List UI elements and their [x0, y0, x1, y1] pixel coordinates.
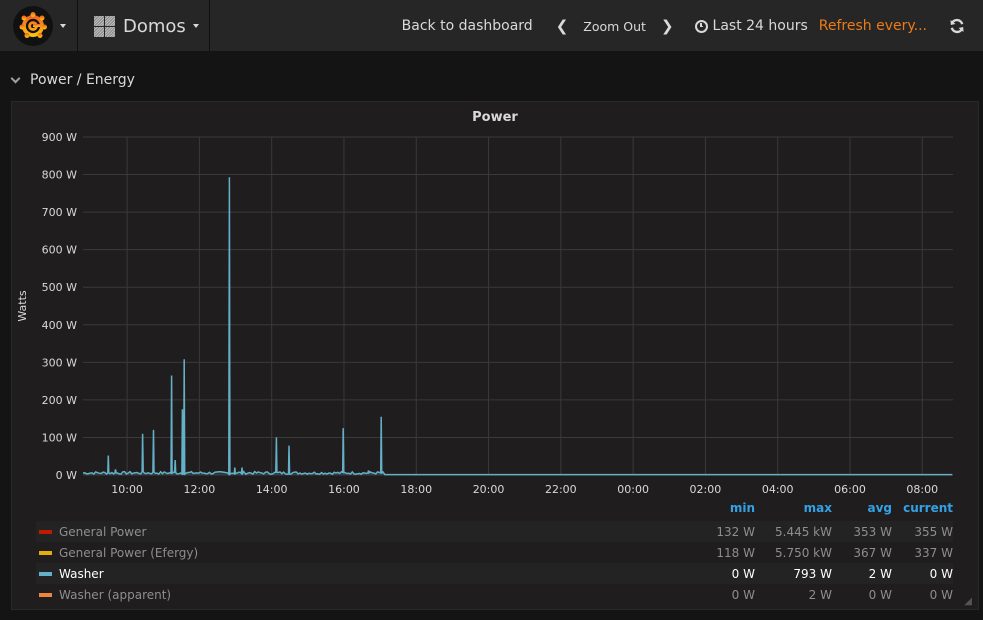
series-min-value: 118 W	[716, 545, 755, 560]
refresh-interval-picker[interactable]: Refresh every...	[819, 18, 927, 34]
row-title: Power / Energy	[30, 72, 135, 88]
legend-column-min[interactable]: min	[695, 501, 755, 521]
chevron-down-icon	[10, 73, 21, 83]
x-tick-label: 04:00	[762, 483, 794, 496]
series-max-value: 2 W	[808, 587, 832, 602]
series-name[interactable]: General Power (Efergy)	[59, 546, 695, 560]
legend-series-row[interactable]: Washer 0 W 793 W 2 W 0 W	[36, 563, 953, 584]
series-current-value: 337 W	[914, 545, 953, 560]
time-shift-forward-button[interactable]: ❯	[658, 17, 677, 35]
series-fill-washer	[83, 177, 953, 475]
zoom-out-button[interactable]: Zoom Out	[583, 19, 646, 34]
legend-header: min max avg current	[36, 501, 953, 521]
power-chart[interactable]: 0 W 100 W 200 W 300 W 400 W 500 W 600 W 700 W 80…	[12, 102, 978, 497]
series-avg-value: 367 W	[853, 545, 892, 560]
series-name[interactable]: Washer (apparent)	[59, 588, 695, 602]
refresh-icon	[950, 18, 964, 34]
series-name[interactable]: Washer	[59, 567, 695, 581]
series-avg-value: 2 W	[868, 566, 892, 581]
y-tick-label: 200 W	[42, 394, 77, 407]
x-tick-label: 14:00	[256, 483, 288, 496]
x-tick-label: 16:00	[328, 483, 360, 496]
refresh-button[interactable]	[949, 18, 965, 34]
y-tick-label: 700 W	[42, 206, 77, 219]
y-tick-label: 600 W	[42, 244, 77, 257]
legend-series-row[interactable]: General Power (Efergy) 118 W 5.750 kW 367 W…	[36, 542, 953, 563]
grafana-menu-button[interactable]	[0, 0, 78, 52]
time-range-picker[interactable]: Last 24 hours	[694, 18, 808, 34]
series-line-washer[interactable]	[82, 177, 953, 477]
caret-down-icon	[60, 24, 66, 28]
graph-legend: min max avg current General Power 132 W 5.445…	[36, 501, 953, 605]
series-max-value: 5.750 kW	[775, 545, 832, 560]
y-tick-label: 100 W	[42, 431, 77, 444]
x-tick-label: 08:00	[906, 483, 938, 496]
y-axis-label: Watts	[16, 290, 29, 322]
dashboard-grid-icon	[94, 15, 115, 37]
y-tick-label: 300 W	[42, 356, 77, 369]
top-navbar: Domos Back to dashboard ❮ Zoom Out ❯ Las…	[0, 0, 983, 52]
legend-column-current[interactable]: current	[892, 501, 953, 521]
series-color-swatch[interactable]	[39, 529, 52, 534]
caret-down-icon	[192, 24, 199, 28]
y-tick-label: 400 W	[42, 319, 77, 332]
x-tick-label: 22:00	[545, 483, 577, 496]
y-tick-label: 0 W	[56, 469, 77, 482]
series-current-value: 0 W	[929, 587, 953, 602]
x-tick-label: 10:00	[111, 483, 143, 496]
series-min-value: 0 W	[731, 566, 755, 581]
legend-series-row[interactable]: Washer (apparent) 0 W 2 W 0 W 0 W	[36, 584, 953, 605]
y-tick-label: 900 W	[42, 131, 77, 144]
power-graph-panel: Power 0 W 100 W 200 W 300 W 400 W 500 W 600 W7…	[11, 101, 979, 610]
y-tick-label: 500 W	[42, 281, 77, 294]
series-name[interactable]: General Power	[59, 525, 695, 539]
series-color-swatch[interactable]	[39, 592, 52, 597]
dashboard-picker-button[interactable]: Domos	[78, 0, 210, 52]
legend-series-row[interactable]: General Power 132 W 5.445 kW 353 W 355 W	[36, 521, 953, 542]
x-tick-label: 20:00	[473, 483, 505, 496]
series-max-value: 5.445 kW	[775, 524, 832, 539]
x-tick-label: 12:00	[184, 483, 216, 496]
navbar-actions: Back to dashboard ❮ Zoom Out ❯ Last 24 h…	[402, 0, 983, 52]
series-color-swatch[interactable]	[39, 550, 52, 555]
series-avg-value: 353 W	[853, 524, 892, 539]
series-current-value: 0 W	[929, 566, 953, 581]
x-tick-label: 18:00	[400, 483, 432, 496]
series-avg-value: 0 W	[868, 587, 892, 602]
panel-resize-handle[interactable]: ◢	[964, 596, 972, 607]
legend-column-max[interactable]: max	[755, 501, 832, 521]
x-tick-label: 06:00	[834, 483, 866, 496]
row-toggle-power-energy[interactable]: Power / Energy	[10, 72, 135, 88]
series-max-value: 793 W	[793, 566, 832, 581]
dashboard-title: Domos	[123, 15, 186, 37]
series-current-value: 355 W	[914, 524, 953, 539]
legend-column-avg[interactable]: avg	[832, 501, 892, 521]
x-tick-label: 02:00	[690, 483, 722, 496]
series-color-swatch[interactable]	[39, 571, 52, 576]
series-min-value: 132 W	[716, 524, 755, 539]
grafana-logo-icon	[13, 6, 53, 46]
time-shift-back-button[interactable]: ❮	[553, 17, 572, 35]
time-range-label: Last 24 hours	[712, 18, 808, 34]
series-min-value: 0 W	[731, 587, 755, 602]
back-to-dashboard-link[interactable]: Back to dashboard	[402, 18, 533, 34]
clock-icon	[694, 19, 708, 33]
x-tick-label: 00:00	[617, 483, 649, 496]
y-tick-label: 800 W	[42, 169, 77, 182]
